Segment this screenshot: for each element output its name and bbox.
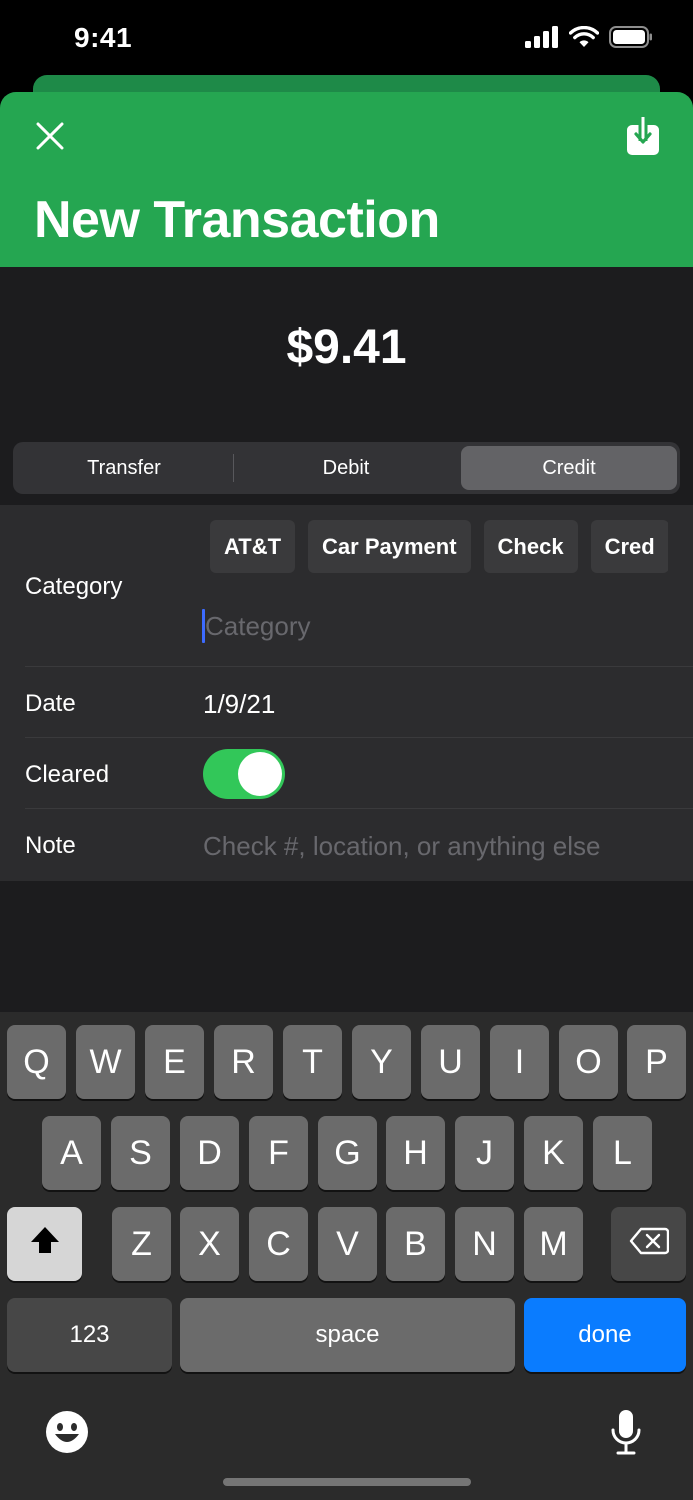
battery-icon	[609, 26, 653, 53]
segment-transfer[interactable]: Transfer	[13, 442, 235, 494]
page-title: New Transaction	[34, 191, 440, 249]
cleared-toggle[interactable]	[203, 749, 285, 799]
key-z[interactable]: Z	[112, 1207, 171, 1281]
key-w[interactable]: W	[76, 1025, 135, 1099]
transaction-form: Category AT&TCar PaymentCheckCred Date 1…	[0, 505, 693, 881]
key-t[interactable]: T	[283, 1025, 342, 1099]
wifi-icon	[568, 25, 600, 53]
cleared-label: Cleared	[25, 761, 110, 788]
key-v[interactable]: V	[318, 1207, 377, 1281]
emoji-button[interactable]	[43, 1410, 91, 1458]
status-time: 9:41	[74, 22, 133, 53]
sheet-header: New Transaction	[0, 92, 693, 267]
done-key[interactable]: done	[524, 1298, 686, 1372]
key-k[interactable]: K	[524, 1116, 583, 1190]
key-s[interactable]: S	[111, 1116, 170, 1190]
key-h[interactable]: H	[386, 1116, 445, 1190]
key-r[interactable]: R	[214, 1025, 273, 1099]
numbers-key[interactable]: 123	[7, 1298, 172, 1372]
key-y[interactable]: Y	[352, 1025, 411, 1099]
key-p[interactable]: P	[627, 1025, 686, 1099]
note-label: Note	[25, 832, 76, 859]
key-g[interactable]: G	[318, 1116, 377, 1190]
delete-key[interactable]	[611, 1207, 686, 1281]
status-icons	[525, 25, 653, 53]
category-suggestions: AT&T Car Payment Check Cred	[210, 520, 668, 573]
key-f[interactable]: F	[249, 1116, 308, 1190]
amount-value[interactable]: $9.41	[0, 320, 693, 375]
emoji-icon	[45, 1410, 89, 1459]
segment-divider	[233, 454, 234, 482]
category-label: Category	[25, 573, 123, 600]
row-separator	[25, 808, 693, 809]
date-label: Date	[25, 690, 76, 717]
key-e[interactable]: E	[145, 1025, 204, 1099]
category-chip-att[interactable]: AT&T	[210, 520, 296, 573]
segment-credit[interactable]: Credit	[461, 446, 677, 490]
category-input[interactable]	[205, 608, 665, 644]
shift-icon	[29, 1225, 61, 1264]
key-o[interactable]: O	[559, 1025, 618, 1099]
dictation-button[interactable]	[604, 1408, 648, 1460]
status-bar: 9:41	[0, 0, 693, 80]
shift-key[interactable]	[7, 1207, 82, 1281]
key-u[interactable]: U	[421, 1025, 480, 1099]
note-input[interactable]	[203, 828, 683, 864]
key-q[interactable]: Q	[7, 1025, 66, 1099]
save-button[interactable]	[623, 116, 663, 160]
transaction-type-segmented-control: Transfer Debit Credit	[13, 442, 680, 494]
key-c[interactable]: C	[249, 1207, 308, 1281]
key-l[interactable]: L	[593, 1116, 652, 1190]
save-download-icon	[627, 116, 659, 160]
microphone-icon	[609, 1408, 643, 1461]
toggle-knob	[238, 752, 282, 796]
close-button[interactable]	[28, 116, 72, 160]
category-input-wrapper	[202, 608, 672, 644]
key-b[interactable]: B	[386, 1207, 445, 1281]
onscreen-keyboard: Q W E R T Y U I O P A S D F G H J K L Z …	[0, 1012, 693, 1500]
category-chip-cred[interactable]: Cred	[590, 520, 668, 573]
backspace-icon	[629, 1225, 669, 1264]
key-j[interactable]: J	[455, 1116, 514, 1190]
close-icon	[35, 121, 65, 156]
key-x[interactable]: X	[180, 1207, 239, 1281]
key-m[interactable]: M	[524, 1207, 583, 1281]
segment-debit[interactable]: Debit	[235, 442, 457, 494]
row-separator	[25, 666, 693, 667]
category-chip-car-payment[interactable]: Car Payment	[308, 520, 471, 573]
key-a[interactable]: A	[42, 1116, 101, 1190]
key-n[interactable]: N	[455, 1207, 514, 1281]
home-indicator	[223, 1478, 471, 1486]
key-d[interactable]: D	[180, 1116, 239, 1190]
date-value[interactable]: 1/9/21	[203, 689, 275, 720]
key-i[interactable]: I	[490, 1025, 549, 1099]
space-key[interactable]: space	[180, 1298, 515, 1372]
category-chip-check[interactable]: Check	[483, 520, 578, 573]
cellular-signal-icon	[525, 26, 559, 53]
row-separator	[25, 737, 693, 738]
